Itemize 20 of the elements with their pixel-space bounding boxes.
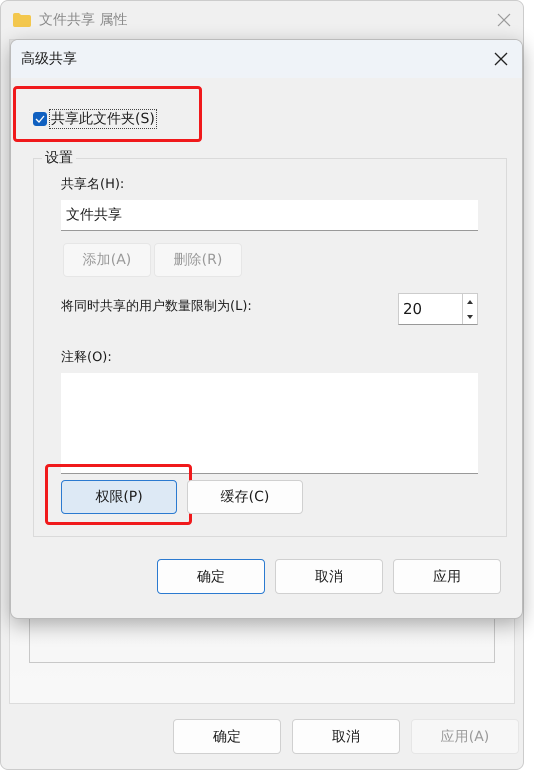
field-label: 注释(O): bbox=[61, 349, 113, 366]
share-name-field[interactable]: 文件共享 bbox=[61, 200, 478, 231]
dialog-button[interactable]: 取消 bbox=[292, 719, 400, 754]
checkbox-label[interactable]: 共享此文件夹(S) bbox=[49, 109, 157, 129]
dialog-button[interactable]: 取消 bbox=[275, 559, 383, 594]
folder-icon bbox=[13, 13, 31, 27]
dialog-title: 高级共享 bbox=[21, 50, 78, 68]
user-limit-spinner[interactable]: 20 bbox=[398, 293, 478, 325]
dialog-button[interactable]: 确定 bbox=[173, 719, 281, 754]
window-title: 文件共享 属性 bbox=[39, 11, 128, 29]
field-label: 共享名(H): bbox=[61, 176, 126, 193]
dialog-button[interactable]: 确定 bbox=[157, 559, 265, 594]
checkbox[interactable] bbox=[33, 112, 47, 126]
comment-field[interactable] bbox=[61, 373, 478, 474]
group-title: 设置 bbox=[42, 149, 76, 167]
close-icon[interactable] bbox=[494, 52, 508, 66]
dialog-button[interactable]: 缓存(C) bbox=[187, 480, 303, 514]
field-label: 将同时共享的用户数量限制为(L): bbox=[61, 298, 252, 315]
dialog-button[interactable]: 权限(P) bbox=[61, 480, 177, 514]
dialog-button[interactable]: 应用 bbox=[393, 559, 501, 594]
